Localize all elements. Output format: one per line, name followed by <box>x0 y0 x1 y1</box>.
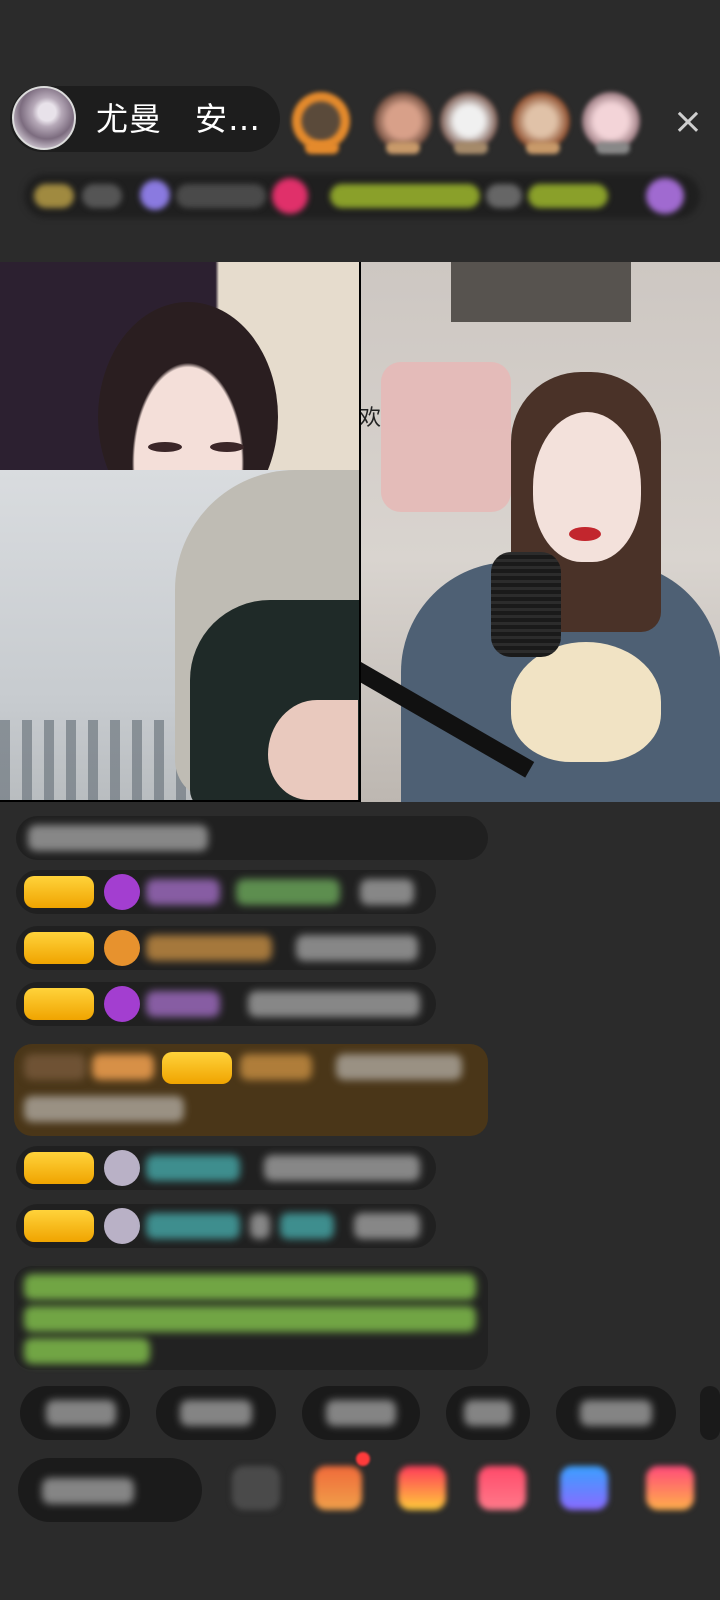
heart-icon[interactable] <box>478 1466 526 1510</box>
user-avatar[interactable] <box>104 1150 140 1186</box>
chat-username <box>146 1155 240 1181</box>
ticker-item <box>646 178 684 214</box>
ticker-item <box>486 184 522 208</box>
chat-mention <box>236 879 340 905</box>
chat-mention <box>250 1213 270 1239</box>
ticker-item <box>272 178 308 214</box>
system-notice-text <box>24 1338 150 1364</box>
chat-text <box>336 1054 462 1080</box>
notification-dot <box>356 1452 370 1466</box>
chat-username <box>146 935 272 961</box>
viewer-rank-badge <box>596 142 630 154</box>
quick-reply-text <box>326 1400 396 1426</box>
lips <box>569 527 601 541</box>
chat-mention <box>280 1213 334 1239</box>
shelf <box>451 262 631 322</box>
user-level-badge <box>24 1210 94 1242</box>
host-name[interactable]: 尤曼 安… <box>96 98 276 140</box>
user-level-badge <box>24 988 94 1020</box>
close-button[interactable]: × <box>668 102 708 142</box>
user-level-badge <box>24 876 94 908</box>
ticker-item <box>34 184 74 208</box>
chat-username <box>146 879 220 905</box>
chat-username <box>146 991 220 1017</box>
user-avatar[interactable] <box>104 1208 140 1244</box>
user-level-badge <box>24 932 94 964</box>
more-icon[interactable] <box>232 1466 280 1510</box>
viewer-rank-badge <box>454 142 488 154</box>
chat-text <box>264 1155 420 1181</box>
quick-reply-chip[interactable] <box>700 1386 720 1440</box>
chat-text <box>24 1096 184 1122</box>
chat-text <box>354 1213 420 1239</box>
shop-icon[interactable] <box>646 1466 694 1510</box>
chat-text <box>296 935 418 961</box>
ticker-item <box>176 184 266 208</box>
video-tile-top-left[interactable] <box>0 262 359 470</box>
ticker-item <box>528 184 608 208</box>
chat-text <box>28 825 208 851</box>
system-notice-text <box>24 1306 476 1332</box>
viewer-rank-badge <box>305 142 339 154</box>
close-icon: × <box>672 101 704 142</box>
host-avatar[interactable] <box>12 86 76 150</box>
user-level-badge <box>24 1152 94 1184</box>
chat-text <box>360 879 414 905</box>
chat-username <box>240 1054 312 1080</box>
user-avatar[interactable] <box>104 930 140 966</box>
quick-reply-text <box>46 1400 116 1426</box>
viewer-rank-badge <box>526 142 560 154</box>
streamer-eye <box>148 442 182 452</box>
quick-reply-text <box>464 1400 512 1426</box>
overlay-glyph: 欢 <box>361 406 382 431</box>
video-tile-bottom-left[interactable] <box>0 470 359 800</box>
flowers <box>381 362 511 512</box>
chat-text <box>248 991 420 1017</box>
streamer-face <box>98 302 278 470</box>
system-notice-text <box>24 1274 476 1300</box>
game-icon[interactable] <box>560 1466 608 1510</box>
video-tile-main[interactable]: 欢 <box>361 262 720 802</box>
chat-badge-text <box>24 1054 86 1080</box>
ticker-item <box>330 184 480 208</box>
streamer-face <box>268 700 358 800</box>
quick-reply-text <box>580 1400 652 1426</box>
gift-box-icon[interactable] <box>398 1466 446 1510</box>
user-level-badge <box>162 1052 232 1084</box>
streamer-eye <box>210 442 244 452</box>
ticker-item <box>82 184 122 208</box>
microphone <box>491 552 561 657</box>
gift-icon[interactable] <box>314 1466 362 1510</box>
quick-reply-text <box>180 1400 252 1426</box>
shirt-print <box>511 642 661 762</box>
ticker-item <box>140 180 170 210</box>
comment-placeholder <box>42 1478 134 1504</box>
user-avatar[interactable] <box>104 874 140 910</box>
chat-username <box>146 1213 240 1239</box>
chat-badge-text <box>92 1054 154 1080</box>
viewer-rank-badge <box>386 142 420 154</box>
user-avatar[interactable] <box>104 986 140 1022</box>
